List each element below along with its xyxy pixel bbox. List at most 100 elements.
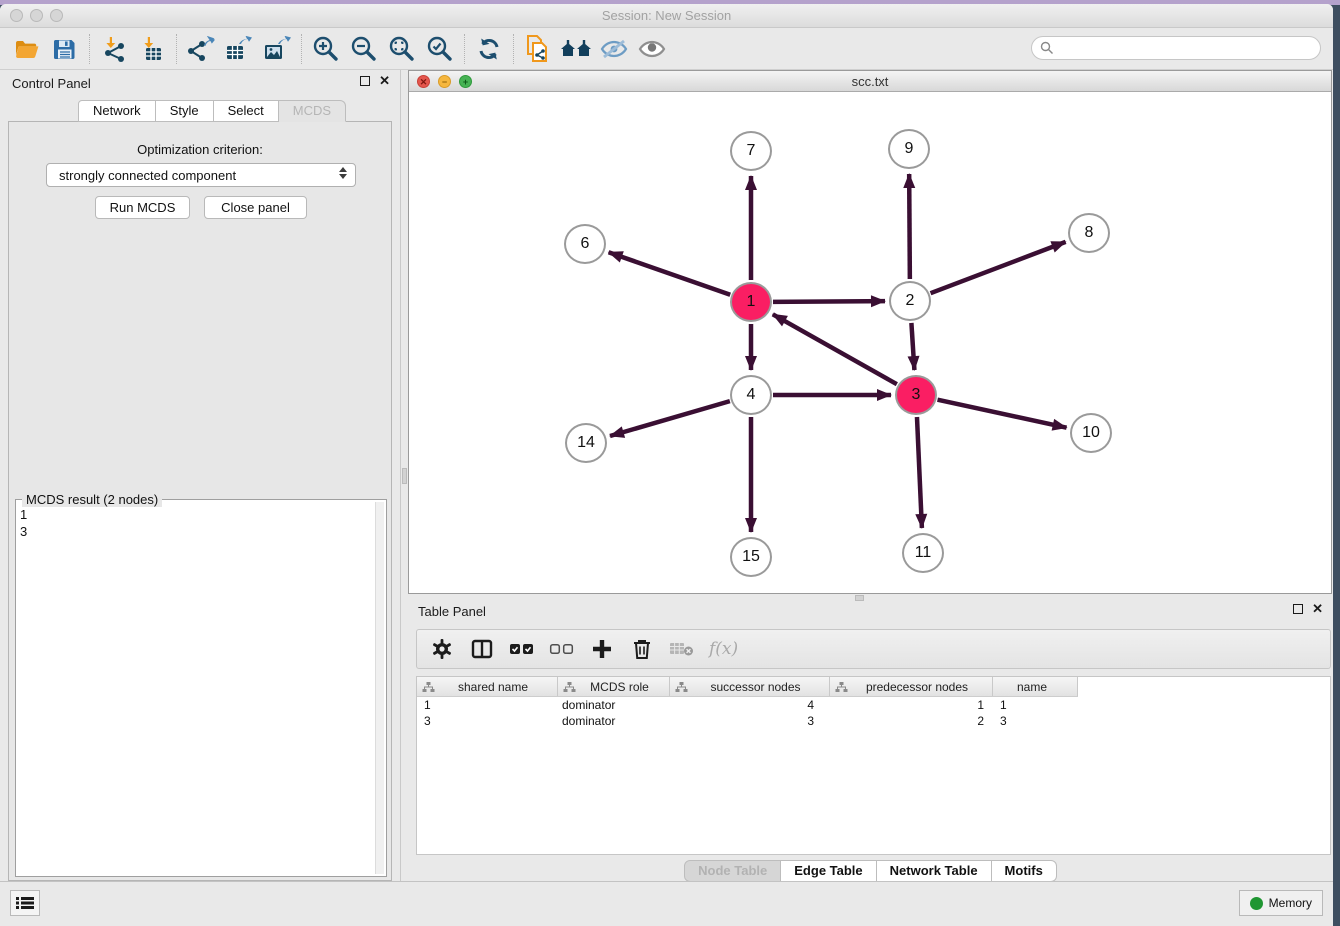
edge-2-3[interactable]	[911, 323, 914, 370]
memory-label: Memory	[1269, 896, 1312, 910]
table-panel: Table Panel ✕	[408, 598, 1333, 881]
network-window-titlebar[interactable]: ✕ − + scc.txt	[409, 71, 1331, 92]
search-input[interactable]	[1031, 36, 1321, 60]
edge-3-1[interactable]	[773, 314, 897, 384]
zoom-out-icon[interactable]	[345, 32, 383, 66]
graph-node-11[interactable]: 11	[902, 533, 944, 573]
delete-icon[interactable]	[629, 636, 655, 662]
application-window: Session: New Session	[0, 4, 1333, 926]
edge-3-11[interactable]	[917, 417, 922, 528]
table-cell[interactable]: 1	[830, 698, 993, 712]
network-view-window: ✕ − + scc.txt 1 2 3 4 6 7 8 9 10 11 14 15	[408, 70, 1332, 594]
tab-node-table[interactable]: Node Table	[684, 860, 781, 882]
table-cell[interactable]: 3	[993, 714, 1078, 728]
edge-3-10[interactable]	[937, 400, 1066, 428]
column-panel-icon[interactable]	[469, 636, 495, 662]
close-panel-button[interactable]: Close panel	[204, 196, 307, 219]
tab-style[interactable]: Style	[156, 100, 214, 122]
table-row[interactable]: 3dominator323	[417, 713, 1330, 729]
toolbar-separator	[176, 34, 177, 64]
column-header-predecessor-nodes[interactable]: predecessor nodes	[830, 677, 993, 696]
add-icon[interactable]	[589, 636, 615, 662]
graph-node-3[interactable]: 3	[895, 375, 937, 415]
main-toolbar	[0, 28, 1333, 70]
edge-2-8[interactable]	[931, 242, 1066, 293]
graph-node-6[interactable]: 6	[564, 224, 606, 264]
column-header-name[interactable]: name	[993, 677, 1078, 696]
zoom-fit-icon[interactable]	[383, 32, 421, 66]
tab-network-table[interactable]: Network Table	[877, 860, 992, 882]
table-cell[interactable]: dominator	[558, 698, 670, 712]
network-canvas[interactable]: 1 2 3 4 6 7 8 9 10 11 14 15	[409, 92, 1331, 593]
titlebar: Session: New Session	[0, 4, 1333, 28]
table-cell[interactable]: 3	[417, 714, 558, 728]
mcds-result-box: MCDS result (2 nodes) 1 3	[15, 499, 387, 877]
graph-node-10[interactable]: 10	[1070, 413, 1112, 453]
select-all-icon[interactable]	[509, 636, 535, 662]
table-toolbar: f(x)	[416, 629, 1331, 669]
zoom-selected-icon[interactable]	[421, 32, 459, 66]
graph-node-4[interactable]: 4	[730, 375, 772, 415]
task-history-button[interactable]	[10, 890, 40, 916]
open-session-icon[interactable]	[8, 32, 46, 66]
close-table-panel-icon[interactable]: ✕	[1312, 604, 1323, 614]
sort-icon	[563, 681, 576, 693]
table-cell[interactable]: 2	[830, 714, 993, 728]
export-image-icon[interactable]	[258, 32, 296, 66]
table-row[interactable]: 1dominator411	[417, 697, 1330, 713]
sort-icon	[422, 681, 435, 693]
edge-1-2[interactable]	[773, 301, 885, 302]
table-cell[interactable]: 1	[993, 698, 1078, 712]
column-header-shared-name[interactable]: shared name	[417, 677, 558, 696]
import-table-icon[interactable]	[133, 32, 171, 66]
graph-node-9[interactable]: 9	[888, 129, 930, 169]
edge-4-14[interactable]	[610, 401, 730, 436]
home-networks-icon[interactable]	[557, 32, 595, 66]
run-mcds-button[interactable]: Run MCDS	[95, 196, 190, 219]
refresh-icon[interactable]	[470, 32, 508, 66]
toolbar-separator	[464, 34, 465, 64]
splitter-grip[interactable]	[402, 468, 407, 484]
close-panel-icon[interactable]: ✕	[379, 76, 390, 86]
float-panel-icon[interactable]	[360, 76, 370, 86]
tab-edge-table[interactable]: Edge Table	[781, 860, 876, 882]
status-bar: Memory	[0, 881, 1333, 926]
table-cell[interactable]: dominator	[558, 714, 670, 728]
table-cell[interactable]: 1	[417, 698, 558, 712]
criterion-dropdown[interactable]: strongly connected component	[46, 163, 356, 187]
table-cell[interactable]: 4	[670, 698, 830, 712]
deselect-all-icon[interactable]	[549, 636, 575, 662]
node-table[interactable]: shared name MCDS role successor nodes pr…	[416, 676, 1331, 855]
tab-motifs[interactable]: Motifs	[992, 860, 1057, 882]
zoom-in-icon[interactable]	[307, 32, 345, 66]
show-graphics-details-icon[interactable]	[633, 32, 671, 66]
control-panel-title: Control Panel	[12, 76, 91, 91]
column-header-mcds-role[interactable]: MCDS role	[558, 677, 670, 696]
float-table-panel-icon[interactable]	[1293, 604, 1303, 614]
graph-node-8[interactable]: 8	[1068, 213, 1110, 253]
vertical-splitter[interactable]	[400, 70, 408, 881]
export-table-icon[interactable]	[220, 32, 258, 66]
graph-node-7[interactable]: 7	[730, 131, 772, 171]
edge-1-6[interactable]	[609, 252, 731, 294]
hide-selected-icon[interactable]	[595, 32, 633, 66]
settings-gear-icon[interactable]	[429, 636, 455, 662]
table-cell[interactable]: 3	[670, 714, 830, 728]
graph-node-14[interactable]: 14	[565, 423, 607, 463]
graph-node-15[interactable]: 15	[730, 537, 772, 577]
import-network-icon[interactable]	[95, 32, 133, 66]
graph-node-1[interactable]: 1	[730, 282, 772, 322]
table-body: 1dominator4113dominator323	[417, 697, 1330, 729]
graph-node-2[interactable]: 2	[889, 281, 931, 321]
function-builder-button: f(x)	[709, 639, 738, 659]
tab-select[interactable]: Select	[214, 100, 279, 122]
export-network-icon[interactable]	[182, 32, 220, 66]
tab-mcds[interactable]: MCDS	[279, 100, 346, 122]
result-scrollbar[interactable]	[375, 502, 384, 874]
memory-button[interactable]: Memory	[1239, 890, 1323, 916]
edge-2-9[interactable]	[909, 174, 910, 279]
duplicate-network-icon[interactable]	[519, 32, 557, 66]
save-session-icon[interactable]	[46, 32, 84, 66]
tab-network[interactable]: Network	[78, 100, 156, 122]
column-header-successor-nodes[interactable]: successor nodes	[670, 677, 830, 696]
